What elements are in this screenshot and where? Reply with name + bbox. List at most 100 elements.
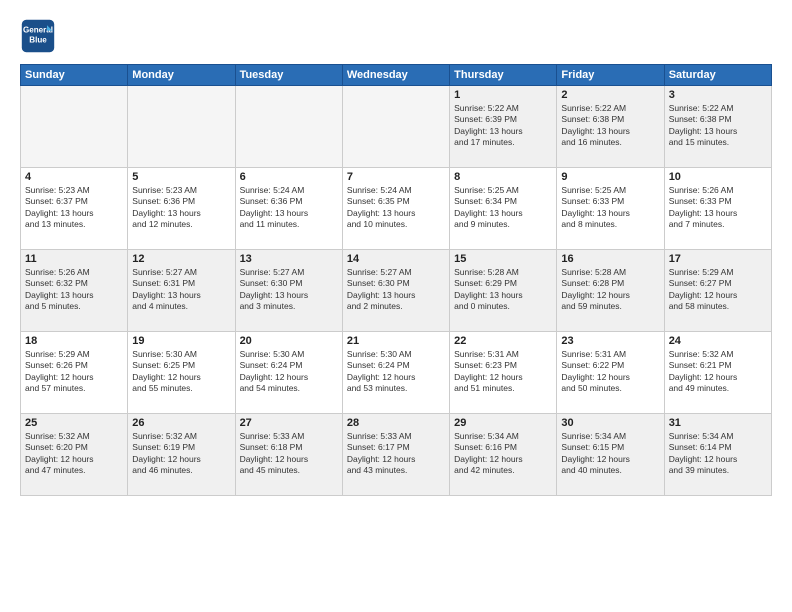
day-info: Sunrise: 5:28 AM Sunset: 6:29 PM Dayligh… [454, 267, 552, 313]
day-info: Sunrise: 5:31 AM Sunset: 6:23 PM Dayligh… [454, 349, 552, 395]
calendar-cell: 1 Sunrise: 5:22 AM Sunset: 6:39 PM Daylig… [450, 86, 557, 168]
calendar-cell: 3Sunrise: 5:22 AM Sunset: 6:38 PM Daylig… [664, 86, 771, 168]
day-info: Sunrise: 5:23 AM Sunset: 6:36 PM Dayligh… [132, 185, 230, 231]
day-of-week-header: Friday [557, 65, 664, 86]
calendar-header-row: SundayMondayTuesdayWednesdayThursdayFrid… [21, 65, 772, 86]
day-info: Sunrise: 5:25 AM Sunset: 6:34 PM Dayligh… [454, 185, 552, 231]
calendar-cell: 14Sunrise: 5:27 AM Sunset: 6:30 PM Dayli… [342, 250, 449, 332]
day-number: 10 [669, 171, 767, 183]
day-number: 3 [669, 89, 767, 101]
day-number: 23 [561, 335, 659, 347]
day-number: 13 [240, 253, 338, 265]
day-info: Sunrise: 5:30 AM Sunset: 6:24 PM Dayligh… [347, 349, 445, 395]
calendar-cell: 16 Sunrise: 5:28 AM Sunset: 6:28 PM Dayli… [557, 250, 664, 332]
calendar-cell: 27 Sunrise: 5:33 AM Sunset: 6:18 PM Dayli… [235, 414, 342, 496]
day-of-week-header: Wednesday [342, 65, 449, 86]
day-info: Sunrise: 5:32 AM Sunset: 6:19 PM Dayligh… [132, 431, 230, 477]
calendar-cell: 8 Sunrise: 5:25 AM Sunset: 6:34 PM Daylig… [450, 168, 557, 250]
day-number: 15 [454, 253, 552, 265]
day-number: 6 [240, 171, 338, 183]
calendar-cell: 9 Sunrise: 5:25 AM Sunset: 6:33 PM Daylig… [557, 168, 664, 250]
day-number: 24 [669, 335, 767, 347]
calendar-cell: 21Sunrise: 5:30 AM Sunset: 6:24 PM Dayli… [342, 332, 449, 414]
day-of-week-header: Monday [128, 65, 235, 86]
calendar-cell: 5 Sunrise: 5:23 AM Sunset: 6:36 PM Daylig… [128, 168, 235, 250]
day-number: 25 [25, 417, 123, 429]
day-number: 20 [240, 335, 338, 347]
calendar-cell: 25Sunrise: 5:32 AM Sunset: 6:20 PM Dayli… [21, 414, 128, 496]
day-number: 5 [132, 171, 230, 183]
day-number: 11 [25, 253, 123, 265]
day-info: Sunrise: 5:31 AM Sunset: 6:22 PM Dayligh… [561, 349, 659, 395]
day-of-week-header: Tuesday [235, 65, 342, 86]
calendar-week-row: 4 Sunrise: 5:23 AM Sunset: 6:37 PM Daylig… [21, 168, 772, 250]
day-info: Sunrise: 5:27 AM Sunset: 6:30 PM Dayligh… [240, 267, 338, 313]
calendar-cell: 19Sunrise: 5:30 AM Sunset: 6:25 PM Dayli… [128, 332, 235, 414]
day-info: Sunrise: 5:32 AM Sunset: 6:21 PM Dayligh… [669, 349, 767, 395]
calendar-cell: 18 Sunrise: 5:29 AM Sunset: 6:26 PM Dayli… [21, 332, 128, 414]
day-info: Sunrise: 5:27 AM Sunset: 6:30 PM Dayligh… [347, 267, 445, 313]
calendar-cell [342, 86, 449, 168]
day-number: 19 [132, 335, 230, 347]
calendar-cell [235, 86, 342, 168]
day-info: Sunrise: 5:33 AM Sunset: 6:18 PM Dayligh… [240, 431, 338, 477]
logo: General Blue [20, 18, 60, 54]
day-number: 8 [454, 171, 552, 183]
day-info: Sunrise: 5:29 AM Sunset: 6:27 PM Dayligh… [669, 267, 767, 313]
calendar-week-row: 25Sunrise: 5:32 AM Sunset: 6:20 PM Dayli… [21, 414, 772, 496]
calendar-week-row: 1 Sunrise: 5:22 AM Sunset: 6:39 PM Daylig… [21, 86, 772, 168]
day-number: 9 [561, 171, 659, 183]
day-info: Sunrise: 5:33 AM Sunset: 6:17 PM Dayligh… [347, 431, 445, 477]
day-info: Sunrise: 5:34 AM Sunset: 6:16 PM Dayligh… [454, 431, 552, 477]
day-number: 7 [347, 171, 445, 183]
day-info: Sunrise: 5:30 AM Sunset: 6:24 PM Dayligh… [240, 349, 338, 395]
day-info: Sunrise: 5:29 AM Sunset: 6:26 PM Dayligh… [25, 349, 123, 395]
day-number: 17 [669, 253, 767, 265]
day-number: 30 [561, 417, 659, 429]
day-number: 18 [25, 335, 123, 347]
calendar-cell [128, 86, 235, 168]
calendar-week-row: 11Sunrise: 5:26 AM Sunset: 6:32 PM Dayli… [21, 250, 772, 332]
calendar-cell: 20 Sunrise: 5:30 AM Sunset: 6:24 PM Dayli… [235, 332, 342, 414]
day-number: 26 [132, 417, 230, 429]
day-info: Sunrise: 5:26 AM Sunset: 6:33 PM Dayligh… [669, 185, 767, 231]
calendar-cell: 22 Sunrise: 5:31 AM Sunset: 6:23 PM Dayli… [450, 332, 557, 414]
calendar-cell: 10 Sunrise: 5:26 AM Sunset: 6:33 PM Dayli… [664, 168, 771, 250]
day-info: Sunrise: 5:24 AM Sunset: 6:36 PM Dayligh… [240, 185, 338, 231]
calendar-cell: 17 Sunrise: 5:29 AM Sunset: 6:27 PM Dayli… [664, 250, 771, 332]
calendar-cell [21, 86, 128, 168]
calendar: SundayMondayTuesdayWednesdayThursdayFrid… [20, 64, 772, 496]
page: General Blue SundayMondayTuesdayWednesda… [0, 0, 792, 612]
calendar-cell: 6 Sunrise: 5:24 AM Sunset: 6:36 PM Daylig… [235, 168, 342, 250]
day-info: Sunrise: 5:25 AM Sunset: 6:33 PM Dayligh… [561, 185, 659, 231]
day-number: 27 [240, 417, 338, 429]
day-number: 2 [561, 89, 659, 101]
day-number: 16 [561, 253, 659, 265]
calendar-cell: 28 Sunrise: 5:33 AM Sunset: 6:17 PM Dayli… [342, 414, 449, 496]
logo-icon: General Blue [20, 18, 56, 54]
day-info: Sunrise: 5:27 AM Sunset: 6:31 PM Dayligh… [132, 267, 230, 313]
calendar-cell: 4 Sunrise: 5:23 AM Sunset: 6:37 PM Daylig… [21, 168, 128, 250]
calendar-cell: 23 Sunrise: 5:31 AM Sunset: 6:22 PM Dayli… [557, 332, 664, 414]
calendar-week-row: 18 Sunrise: 5:29 AM Sunset: 6:26 PM Dayli… [21, 332, 772, 414]
day-info: Sunrise: 5:22 AM Sunset: 6:39 PM Dayligh… [454, 103, 552, 149]
day-info: Sunrise: 5:23 AM Sunset: 6:37 PM Dayligh… [25, 185, 123, 231]
header: General Blue [20, 18, 772, 54]
day-info: Sunrise: 5:28 AM Sunset: 6:28 PM Dayligh… [561, 267, 659, 313]
day-of-week-header: Sunday [21, 65, 128, 86]
day-number: 29 [454, 417, 552, 429]
day-number: 28 [347, 417, 445, 429]
day-of-week-header: Thursday [450, 65, 557, 86]
day-info: Sunrise: 5:22 AM Sunset: 6:38 PM Dayligh… [561, 103, 659, 149]
day-number: 22 [454, 335, 552, 347]
day-number: 4 [25, 171, 123, 183]
calendar-cell: 15 Sunrise: 5:28 AM Sunset: 6:29 PM Dayli… [450, 250, 557, 332]
svg-text:Blue: Blue [29, 35, 47, 44]
day-of-week-header: Saturday [664, 65, 771, 86]
day-info: Sunrise: 5:24 AM Sunset: 6:35 PM Dayligh… [347, 185, 445, 231]
calendar-cell: 13 Sunrise: 5:27 AM Sunset: 6:30 PM Dayli… [235, 250, 342, 332]
calendar-cell: 2 Sunrise: 5:22 AM Sunset: 6:38 PM Daylig… [557, 86, 664, 168]
day-number: 12 [132, 253, 230, 265]
day-number: 1 [454, 89, 552, 101]
calendar-cell: 29 Sunrise: 5:34 AM Sunset: 6:16 PM Dayli… [450, 414, 557, 496]
